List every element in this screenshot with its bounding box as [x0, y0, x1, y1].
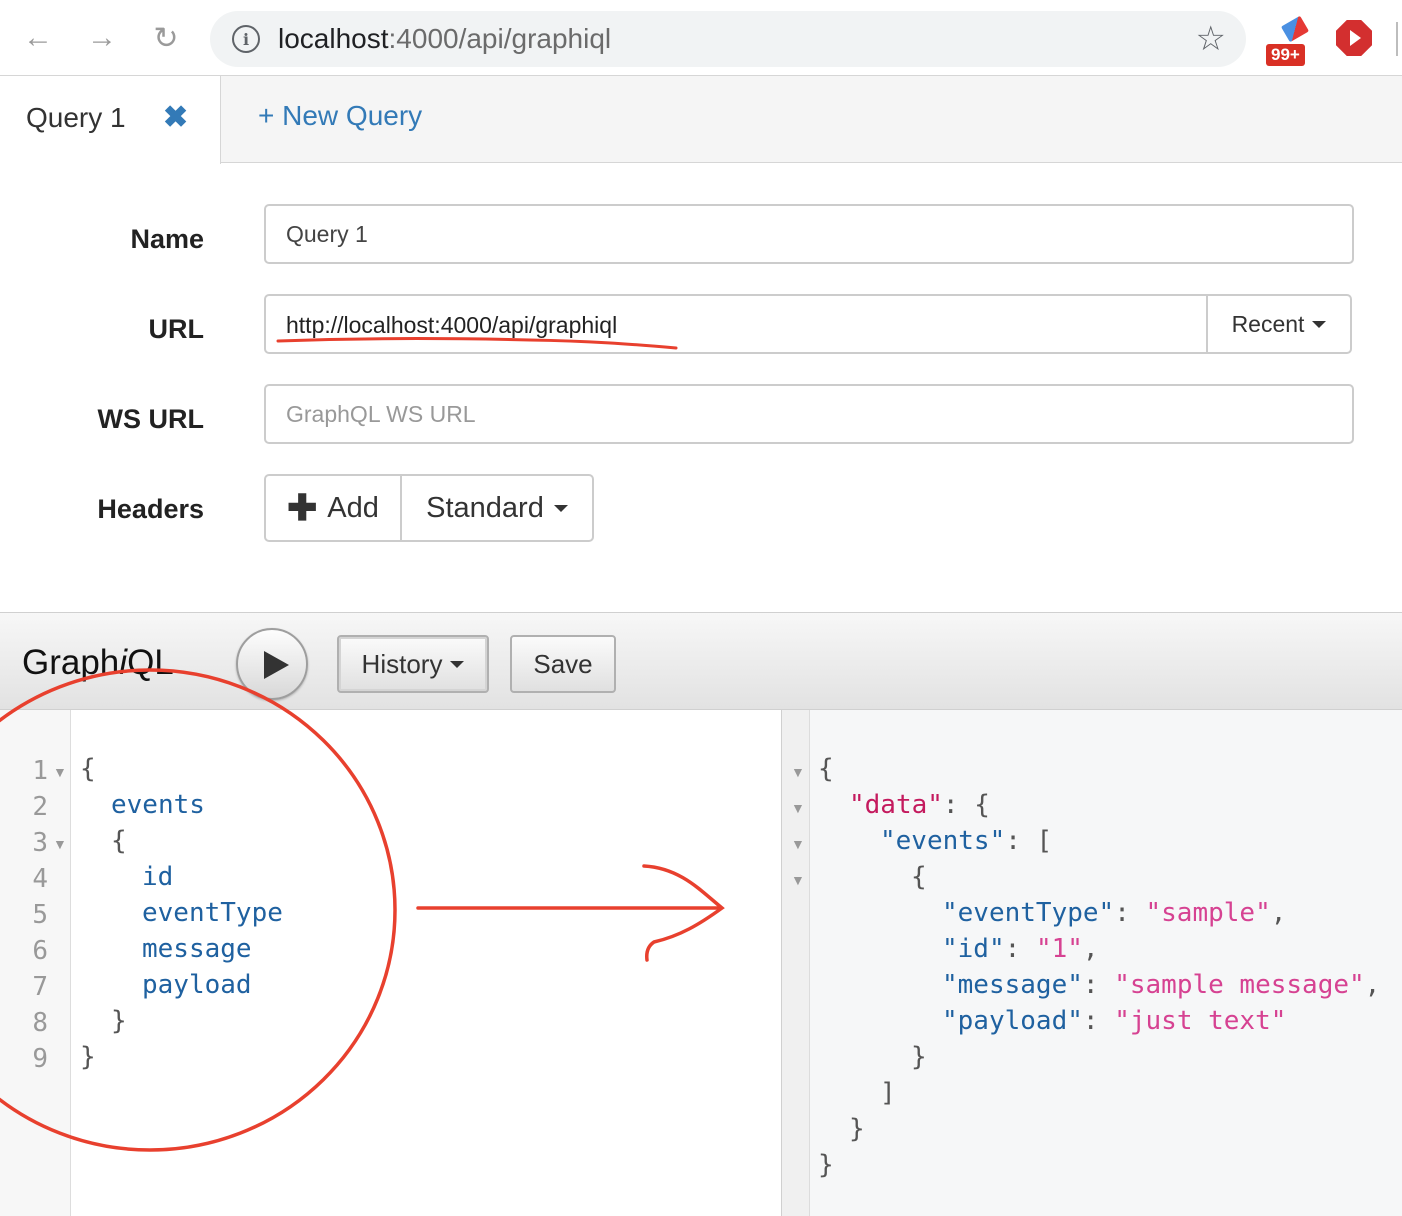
save-label: Save — [533, 648, 593, 679]
result-line: "eventType": "sample", — [942, 898, 1287, 928]
line-number: 8 — [32, 1008, 48, 1038]
extension-badge: 99+ — [1266, 44, 1305, 66]
code-line: { — [80, 754, 96, 784]
save-button[interactable]: Save — [510, 635, 616, 693]
caret-down-icon — [1312, 320, 1327, 328]
json-value: "just text" — [1114, 1006, 1287, 1036]
query-tab-bar: Query 1 ✖ + New Query — [0, 76, 1402, 164]
plus-icon: ✚ — [287, 487, 318, 528]
forward-arrow-icon[interactable]: → — [82, 18, 122, 58]
url-input[interactable]: http://localhost:4000/api/graphiql — [286, 312, 617, 339]
title-italic: i — [119, 643, 128, 682]
line-number: 3 — [32, 828, 48, 858]
history-label: History — [361, 648, 443, 679]
json-key: "data" — [849, 790, 943, 820]
url-label: URL — [148, 314, 205, 344]
headers-label: Headers — [97, 494, 204, 524]
code-line: events — [111, 790, 205, 820]
line-number: 6 — [32, 936, 48, 966]
query-editor[interactable]: 1 ▼ { 2 events 3 ▼ { 4 id 5 eventType 6 … — [0, 710, 782, 1216]
result-line: { — [911, 862, 927, 892]
code-line: eventType — [142, 898, 283, 928]
fold-arrow-icon[interactable]: ▼ — [791, 800, 805, 816]
result-line: "message": "sample message", — [942, 970, 1381, 1000]
code-line: id — [142, 862, 174, 892]
code-line: } — [111, 1006, 127, 1036]
back-arrow-icon[interactable]: ← — [18, 18, 58, 58]
json-key: "message" — [942, 970, 1083, 1000]
reload-icon[interactable]: ↻ — [146, 18, 186, 58]
url-path: :4000/api/graphiql — [388, 23, 612, 54]
add-header-button[interactable]: ✚ Add — [266, 476, 402, 540]
eraser-icon — [1280, 15, 1310, 43]
line-number: 2 — [32, 792, 48, 822]
fold-arrow-icon[interactable]: ▼ — [791, 872, 805, 888]
name-input[interactable] — [264, 204, 1354, 264]
code-line: { — [111, 826, 127, 856]
site-info-icon[interactable]: i — [232, 25, 260, 53]
json-key: "events" — [880, 826, 1006, 856]
line-number: 7 — [32, 972, 48, 1002]
code-line: message — [142, 934, 252, 964]
code-line: payload — [142, 970, 252, 1000]
name-label: Name — [130, 224, 204, 254]
line-number: 5 — [32, 900, 48, 930]
fold-arrow-icon[interactable]: ▼ — [791, 764, 805, 780]
browser-toolbar: ← → ↻ i localhost:4000/api/graphiql ☆ 99… — [0, 0, 1402, 76]
new-query-tab[interactable]: + New Query — [258, 100, 422, 132]
headers-button-group: ✚ Add Standard — [264, 474, 594, 542]
caret-down-icon — [450, 660, 465, 668]
tab-query-1[interactable]: Query 1 ✖ — [0, 76, 221, 164]
recent-dropdown[interactable]: Recent — [1206, 296, 1350, 352]
result-viewer: { "data": { "events": [ { "eventType": "… — [810, 710, 1402, 1216]
add-label: Add — [327, 491, 379, 524]
json-key: "id" — [942, 934, 1005, 964]
json-key: "eventType" — [942, 898, 1115, 928]
title-suffix: QL — [127, 643, 174, 682]
recent-label: Recent — [1231, 310, 1305, 337]
fold-arrow-icon[interactable]: ▼ — [53, 836, 67, 852]
bookmark-star-icon[interactable]: ☆ — [1196, 19, 1226, 59]
result-line: "payload": "just text" — [942, 1006, 1287, 1036]
close-icon[interactable]: ✖ — [163, 100, 188, 135]
json-key: "payload" — [942, 1006, 1083, 1036]
fold-arrow-icon[interactable]: ▼ — [791, 836, 805, 852]
result-line: "events": [ — [880, 826, 1053, 856]
line-number: 9 — [32, 1044, 48, 1074]
line-number: 1 — [32, 756, 48, 786]
caret-down-icon — [553, 504, 568, 512]
extension-icon[interactable]: 99+ — [1262, 15, 1314, 66]
json-value: "1" — [1035, 934, 1083, 964]
line-number: 4 — [32, 864, 48, 894]
tab-label: Query 1 — [26, 102, 126, 133]
graphiql-toolbar: GraphiQL History Save — [0, 612, 1402, 710]
address-bar[interactable]: i localhost:4000/api/graphiql ☆ — [210, 11, 1246, 67]
result-line: } — [849, 1114, 865, 1144]
result-line: { — [818, 754, 834, 784]
json-value: "sample" — [1145, 898, 1271, 928]
standard-label: Standard — [426, 491, 544, 524]
title-prefix: Graph — [22, 643, 120, 682]
graphiql-title: GraphiQL — [22, 643, 174, 683]
result-line: "data": { — [849, 790, 990, 820]
json-value: "sample message" — [1114, 970, 1365, 1000]
url-input-group: http://localhost:4000/api/graphiql Recen… — [264, 294, 1352, 354]
code-line: } — [80, 1042, 96, 1072]
result-line: "id": "1", — [942, 934, 1099, 964]
toolbar-divider — [1396, 22, 1398, 56]
result-line: } — [911, 1042, 927, 1072]
result-gutter: ▼ ▼ ▼ ▼ — [782, 710, 810, 1216]
execute-query-button[interactable] — [236, 628, 308, 700]
ws-url-label: WS URL — [97, 404, 204, 434]
ws-url-input[interactable] — [264, 384, 1354, 444]
fold-arrow-icon[interactable]: ▼ — [53, 764, 67, 780]
url-host: localhost — [278, 23, 389, 54]
address-url[interactable]: localhost:4000/api/graphiql — [278, 23, 611, 55]
history-button[interactable]: History — [337, 635, 489, 693]
standard-headers-dropdown[interactable]: Standard — [402, 476, 592, 540]
result-line: } — [818, 1150, 834, 1180]
stop-extension-icon[interactable] — [1336, 20, 1372, 56]
result-line: ] — [880, 1078, 896, 1108]
